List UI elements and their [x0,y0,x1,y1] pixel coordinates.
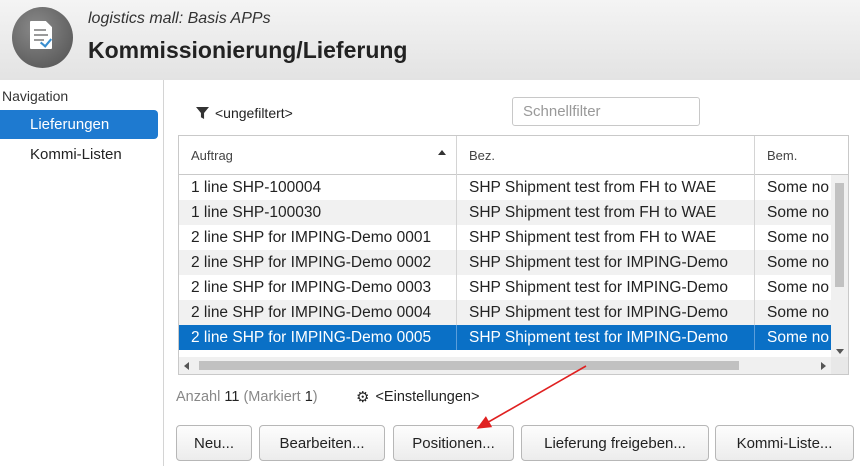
kommi-list-button[interactable]: Kommi-Liste... [715,425,854,461]
cell-bem: Some no [755,175,831,200]
cell-auftrag: 2 line SHP for IMPING-Demo 0002 [179,250,457,275]
cell-bem: Some no [755,275,831,300]
cell-bez: SHP Shipment test for IMPING-Demo [457,275,755,300]
page-title: Kommissionierung/Lieferung [88,37,408,63]
release-delivery-button[interactable]: Lieferung freigeben... [521,425,709,461]
app-header: logistics mall: Basis APPs Kommissionier… [0,0,860,80]
cell-auftrag: 1 line SHP-100004 [179,175,457,200]
new-button[interactable]: Neu... [176,425,252,461]
cell-bez: SHP Shipment test from FH to WAE [457,175,755,200]
horizontal-scrollbar[interactable] [179,357,831,374]
funnel-icon [196,107,209,119]
marked-value: 1 [304,389,313,405]
nav-item-lieferungen[interactable]: Lieferungen [0,110,158,139]
edit-button[interactable]: Bearbeiten... [259,425,385,461]
count-label: Anzahl [176,389,221,405]
column-label: Auftrag [191,148,233,163]
scroll-left-icon[interactable] [184,362,189,370]
cell-bez: SHP Shipment test from FH to WAE [457,225,755,250]
app-subtitle: logistics mall: Basis APPs [88,10,271,27]
cell-bem: Some no [755,250,831,275]
cell-bez: SHP Shipment test for IMPING-Demo [457,300,755,325]
vertical-scrollbar[interactable] [831,175,848,357]
filter-label: <ungefiltert> [215,105,293,121]
marked-label: (Markiert [243,389,301,405]
settings-label: <Einstellungen> [375,389,480,405]
settings-link[interactable]: ⚙ <Einstellungen> [356,389,479,405]
scroll-right-icon[interactable] [821,362,826,370]
cell-bez: SHP Shipment test for IMPING-Demo [457,250,755,275]
scrollbar-thumb[interactable] [199,361,739,370]
marked-close: ) [312,389,318,405]
cell-bez: SHP Shipment test for IMPING-Demo [457,325,755,350]
column-label: Bez. [469,148,496,163]
scrollbar-thumb[interactable] [835,183,844,287]
sort-ascending-icon [438,150,446,155]
count-value: 11 [224,389,240,405]
cell-bez: SHP Shipment test from FH to WAE [457,200,755,225]
document-check-icon [12,7,73,68]
cell-auftrag: 2 line SHP for IMPING-Demo 0003 [179,275,457,300]
cell-bem: Some no [755,300,831,325]
table-body: 1 line SHP-100004 SHP Shipment test from… [179,175,831,357]
table-row[interactable]: 2 line SHP for IMPING-Demo 0003 SHP Ship… [179,275,831,300]
scrollbar-corner [831,357,848,374]
cell-bem: Some no [755,325,831,350]
cell-auftrag: 1 line SHP-100030 [179,200,457,225]
navigation-heading: Navigation [2,88,69,104]
cell-auftrag: 2 line SHP for IMPING-Demo 0005 [179,325,457,350]
cell-auftrag: 2 line SHP for IMPING-Demo 0004 [179,300,457,325]
table-row[interactable]: 1 line SHP-100004 SHP Shipment test from… [179,175,831,200]
cell-bem: Some no [755,200,831,225]
table-header: Auftrag Bez. Bem. [179,136,848,175]
scroll-down-icon[interactable] [836,349,844,354]
table-row[interactable]: 2 line SHP for IMPING-Demo 0001 SHP Ship… [179,225,831,250]
column-header-bem[interactable]: Bem. [755,136,848,175]
cell-auftrag: 2 line SHP for IMPING-Demo 0001 [179,225,457,250]
deliveries-table: Auftrag Bez. Bem. 1 line SHP-100004 SHP … [178,135,849,375]
quick-filter-input[interactable] [512,97,700,126]
cell-bem: Some no [755,225,831,250]
positions-button[interactable]: Positionen... [393,425,514,461]
table-row[interactable]: 2 line SHP for IMPING-Demo 0004 SHP Ship… [179,300,831,325]
gear-icon: ⚙ [356,388,370,406]
record-count: Anzahl 11 (Markiert 1) [176,389,318,405]
column-header-bez[interactable]: Bez. [457,136,755,175]
table-row-selected[interactable]: 2 line SHP for IMPING-Demo 0005 SHP Ship… [179,325,831,350]
table-row[interactable]: 1 line SHP-100030 SHP Shipment test from… [179,200,831,225]
filter-selector[interactable]: <ungefiltert> [196,105,293,121]
navigation-panel: Navigation Lieferungen Kommi-Listen [0,80,164,466]
column-label: Bem. [767,148,798,163]
nav-item-kommi-listen[interactable]: Kommi-Listen [0,140,158,169]
table-row[interactable]: 2 line SHP for IMPING-Demo 0002 SHP Ship… [179,250,831,275]
column-header-auftrag[interactable]: Auftrag [179,136,457,175]
